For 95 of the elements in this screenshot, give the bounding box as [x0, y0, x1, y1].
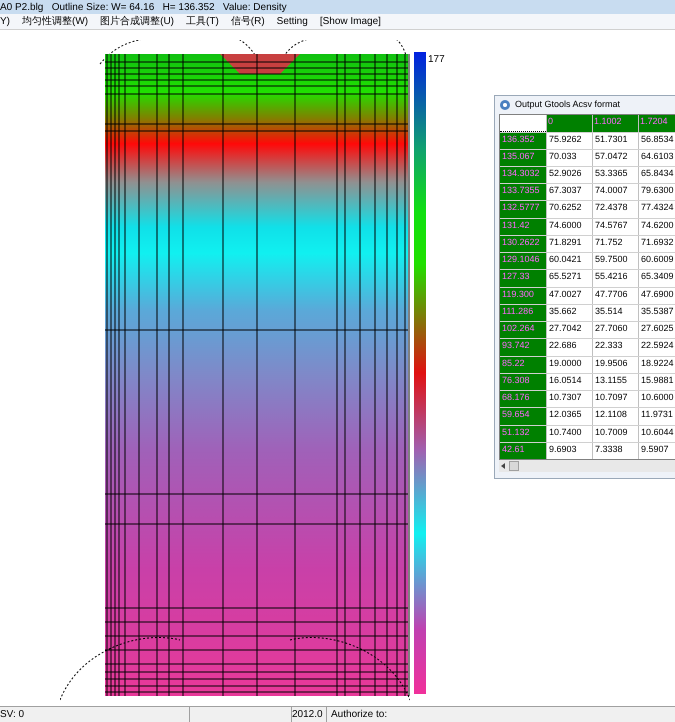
table-cell: 74.5767: [592, 218, 638, 235]
status-text: 2012.0: [292, 707, 327, 722]
table-cell: 55.4216: [592, 270, 638, 287]
table-cell: 10.6000: [638, 391, 675, 408]
row-header: 93.742: [500, 339, 546, 356]
app-icon: [499, 99, 511, 111]
table-cell: 27.7060: [592, 322, 638, 338]
table-cell: 27.7042: [546, 322, 592, 338]
table-cell: 47.7706: [592, 288, 638, 304]
column-header: 0: [546, 115, 592, 132]
table-cell: 10.7009: [592, 426, 638, 442]
table-cell: 16.0514: [546, 374, 592, 390]
table-cell: 67.3037: [546, 184, 592, 200]
table-cell: 56.8534: [638, 132, 675, 149]
column-header: 1.1002: [592, 115, 638, 132]
table-cell: 22.333: [592, 339, 638, 356]
table-cell: 22.686: [546, 339, 592, 356]
table-cell: 22.5924: [638, 339, 675, 356]
table-cell: 57.0472: [592, 150, 638, 166]
row-header: 42.61: [500, 442, 546, 459]
window-title: A0 P2.blg Outline Size: W= 64.16 H= 136.352 Value: Density: [0, 0, 287, 14]
table-cell: 12.1108: [592, 408, 638, 424]
colorbar-label: 177: [428, 53, 445, 67]
table-cell: 35.662: [546, 304, 592, 322]
menu-item[interactable]: 图片合成调整(U): [100, 14, 174, 29]
table-cell: 60.6009: [638, 253, 675, 270]
scroll-left-icon[interactable]: [499, 462, 507, 470]
status-text: SV: 0: [0, 707, 190, 722]
menu-item[interactable]: 工具(T): [186, 14, 219, 29]
table-cell: 51.7301: [592, 132, 638, 149]
table-cell: 19.0000: [546, 356, 592, 373]
table-cell: 35.5387: [638, 304, 675, 322]
table-cell: 65.8434: [638, 166, 675, 184]
table-cell: 15.9881: [638, 374, 675, 390]
table-cell: 71.6932: [638, 236, 675, 252]
table-cell: 53.3365: [592, 166, 638, 184]
status-text: Authorize to:: [330, 708, 388, 722]
menu-item[interactable]: 信号(R): [230, 14, 265, 29]
table-cell: 64.6103: [638, 150, 675, 166]
row-header: 68.176: [500, 391, 546, 408]
table-cell: 35.514: [592, 304, 638, 322]
table-cell: 27.6025: [638, 322, 675, 338]
table-cell: 9.5907: [638, 442, 675, 459]
table-cell: 74.6200: [638, 218, 675, 235]
scrollbar-thumb[interactable]: [509, 461, 519, 471]
row-header: 129.1046: [500, 253, 546, 270]
menu-item[interactable]: Y): [0, 14, 10, 29]
row-header: 85.22: [500, 356, 546, 373]
row-header: 119.300: [500, 288, 546, 304]
menu-item[interactable]: Setting: [276, 14, 308, 29]
menu-item[interactable]: 均匀性调整(W): [22, 14, 88, 29]
table-cell: 19.9506: [592, 356, 638, 373]
table-cell: 10.7400: [546, 426, 592, 442]
row-header: 59.654: [500, 408, 546, 424]
row-header: 102.264: [500, 322, 546, 338]
row-header: 127.33: [500, 270, 546, 287]
table-cell: 74.0007: [592, 184, 638, 200]
row-header: 130.2622: [500, 236, 546, 252]
table-cell: 9.6903: [546, 442, 592, 459]
table-cell: 11.9731: [638, 408, 675, 424]
table-cell: 52.9026: [546, 166, 592, 184]
row-header: 134.3032: [500, 166, 546, 184]
table-cell: 47.6900: [638, 288, 675, 304]
row-header: 111.286: [500, 304, 546, 322]
table-cell: 75.9262: [546, 132, 592, 149]
menu-item[interactable]: [Show Image]: [320, 14, 381, 29]
table-cell: 74.6000: [546, 218, 592, 235]
table-cell: 10.7097: [592, 391, 638, 408]
table-cell: 13.1155: [592, 374, 638, 390]
row-header: 76.308: [500, 374, 546, 390]
table-cell: 65.5271: [546, 270, 592, 287]
csv-window-title: Output Gtools Acsv format: [515, 98, 620, 112]
table-cell: 79.6300: [638, 184, 675, 200]
column-header: 1.7204: [638, 115, 675, 132]
row-header: 135.067: [500, 150, 546, 166]
row-header: 133.7355: [500, 184, 546, 200]
table-cell: 12.0365: [546, 408, 592, 424]
table-cell: 47.0027: [546, 288, 592, 304]
table-cell: 60.0421: [546, 253, 592, 270]
table-cell: 70.6252: [546, 201, 592, 218]
table-cell: 59.7500: [592, 253, 638, 270]
table-cell: 18.9224: [638, 356, 675, 373]
row-header: 136.352: [500, 132, 546, 149]
table-cell: 7.3338: [592, 442, 638, 459]
table-cell: 10.6044: [638, 426, 675, 442]
table-cell: 71.8291: [546, 236, 592, 252]
table-cell: 72.4378: [592, 201, 638, 218]
row-header: 131.42: [500, 218, 546, 235]
table-cell: 70.033: [546, 150, 592, 166]
table-cell: 71.752: [592, 236, 638, 252]
table-cell: 77.4324: [638, 201, 675, 218]
table-cell: 65.3409: [638, 270, 675, 287]
row-header: 132.5777: [500, 201, 546, 218]
table-cell: 10.7307: [546, 391, 592, 408]
row-header: 51.132: [500, 426, 546, 442]
